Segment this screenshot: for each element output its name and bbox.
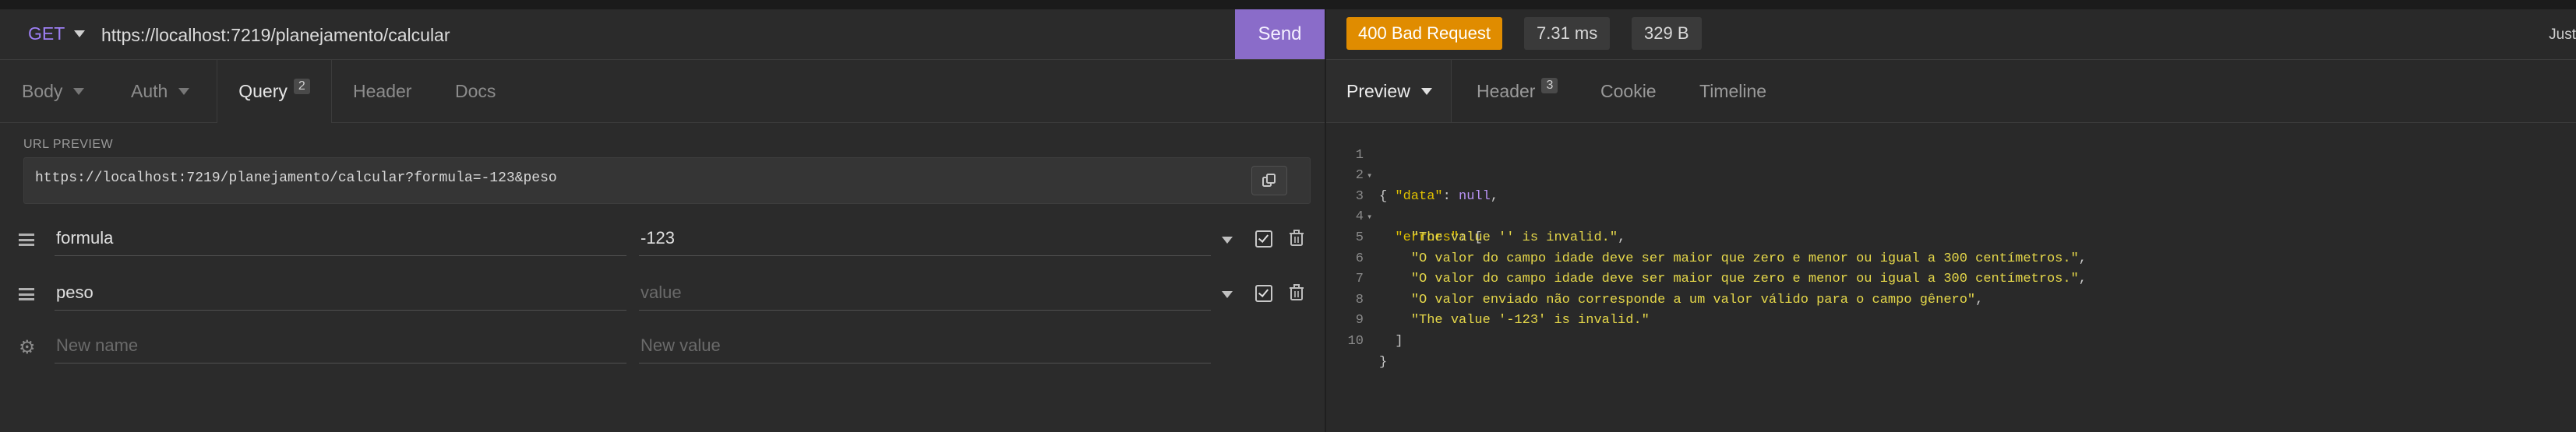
send-button[interactable]: Send — [1235, 9, 1325, 59]
code-line: 4 "The value '' is invalid.", — [1326, 187, 2576, 245]
enable-checkbox[interactable] — [1255, 285, 1272, 302]
method-label: GET — [28, 23, 65, 44]
tab-header[interactable]: Header — [353, 60, 411, 122]
code-line: 1 ▾ { — [1326, 125, 2576, 204]
response-size: 329 B — [1632, 17, 1702, 50]
chevron-down-icon[interactable] — [1222, 291, 1233, 298]
param-value-field[interactable] — [639, 221, 1211, 256]
code-line: 7 "O valor enviado não corresponde a um … — [1326, 249, 2576, 307]
json-bracket: ] — [1395, 333, 1403, 349]
url-input[interactable] — [100, 20, 1194, 50]
code-line: 8 "The value '-123' is invalid." — [1326, 269, 2576, 328]
gear-icon[interactable]: ⚙ — [19, 336, 36, 359]
drag-handle-icon[interactable] — [19, 288, 34, 300]
tab-label: Timeline — [1699, 80, 1767, 101]
code-line: 9 ] — [1326, 290, 2576, 349]
request-pane: GET Send Body Auth Query 2 Header Docs U… — [0, 9, 1325, 432]
response-timestamp: Just — [2549, 26, 2576, 43]
tab-label: Preview — [1346, 80, 1410, 101]
param-row — [0, 269, 1325, 321]
code-line: 2 "data": null, — [1326, 146, 2576, 204]
request-tabs: Body Auth Query 2 Header Docs — [0, 60, 1325, 123]
tab-body[interactable]: Body — [22, 60, 85, 122]
copy-button[interactable] — [1251, 166, 1287, 195]
status-badge: 400 Bad Request — [1346, 17, 1503, 50]
tab-label: Docs — [455, 80, 496, 101]
url-preview-text: https://localhost:7219/planejamento/calc… — [35, 170, 557, 186]
response-pane: 400 Bad Request 7.31 ms 329 B Just Previ… — [1326, 9, 2576, 432]
new-value-field[interactable] — [639, 328, 1211, 364]
url-bar: GET Send — [0, 9, 1325, 60]
tab-auth[interactable]: Auth — [131, 60, 190, 122]
tab-label: Body — [22, 80, 63, 101]
tab-label: Cookie — [1600, 80, 1657, 101]
trash-icon[interactable] — [1289, 230, 1304, 247]
chevron-down-icon — [178, 87, 190, 95]
code-line: 3 ▾ "errors": [ — [1326, 166, 2576, 245]
tab-label: Header — [1477, 80, 1536, 101]
response-status-bar: 400 Bad Request 7.31 ms 329 B Just — [1326, 9, 2576, 60]
tab-timeline[interactable]: Timeline — [1699, 60, 1766, 122]
chevron-down-icon — [73, 87, 85, 95]
chevron-down-icon[interactable] — [1222, 237, 1233, 244]
param-row — [0, 215, 1325, 266]
code-line: 10 } — [1326, 311, 2576, 370]
tab-docs[interactable]: Docs — [455, 60, 496, 122]
tab-label: Header — [353, 80, 412, 101]
drag-handle-icon[interactable] — [19, 234, 34, 246]
method-dropdown[interactable]: GET — [28, 23, 86, 44]
param-value-field[interactable] — [639, 276, 1211, 311]
chevron-down-icon — [1420, 87, 1432, 95]
tab-label: Auth — [131, 80, 168, 101]
response-time: 7.31 ms — [1524, 17, 1611, 50]
tab-query[interactable]: Query 2 — [217, 60, 332, 123]
url-preview-label: URL PREVIEW — [23, 138, 114, 151]
param-name-field[interactable] — [55, 221, 626, 256]
url-preview-box: https://localhost:7219/planejamento/calc… — [23, 157, 1311, 204]
response-body: 1 ▾ { 2 "data": null, 3 ▾ "errors": [ 4 … — [1326, 125, 2576, 370]
tab-label: Query — [238, 81, 288, 101]
new-param-row: ⚙ — [0, 322, 1325, 374]
param-name-field[interactable] — [55, 276, 626, 311]
tab-preview[interactable]: Preview — [1326, 60, 1452, 122]
response-tabs: Preview Header 3 Cookie Timeline — [1326, 60, 2576, 123]
json-brace: } — [1379, 354, 1388, 370]
enable-checkbox[interactable] — [1255, 230, 1272, 248]
tab-response-header[interactable]: Header 3 — [1477, 60, 1558, 122]
new-name-field[interactable] — [55, 328, 626, 364]
copy-icon — [1262, 174, 1276, 187]
count-badge: 2 — [293, 78, 310, 94]
code-line: 5 "O valor do campo idade deve ser maior… — [1326, 207, 2576, 266]
chevron-down-icon — [74, 30, 86, 37]
tab-cookie[interactable]: Cookie — [1600, 60, 1657, 122]
code-line: 6 "O valor do campo idade deve ser maior… — [1326, 228, 2576, 287]
count-badge: 3 — [1541, 78, 1558, 93]
trash-icon[interactable] — [1289, 284, 1304, 301]
line-number: 10 — [1347, 333, 1364, 349]
